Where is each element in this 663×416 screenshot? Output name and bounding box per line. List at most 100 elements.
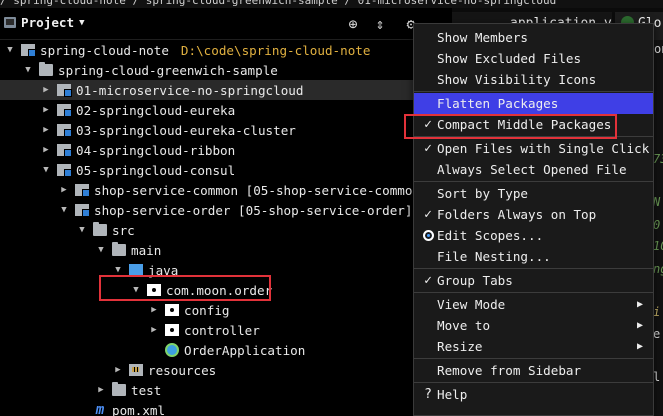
highlight-box <box>99 275 271 301</box>
menu-item-move-to[interactable]: Move to ▶ <box>414 315 653 336</box>
folder-icon <box>39 62 53 76</box>
menu-item-label: Group Tabs <box>437 273 513 288</box>
tree-row[interactable]: ▼ 05-springcloud-consul <box>0 160 452 180</box>
menu-item-label: Show Excluded Files <box>437 51 582 66</box>
chevron-right-icon[interactable]: ▶ <box>40 85 52 95</box>
menu-item-label: Help <box>437 387 468 402</box>
chevron-down-icon[interactable]: ▼ <box>40 165 52 175</box>
code-fragment: e <box>653 327 661 341</box>
chevron-down-icon[interactable]: ▼ <box>95 245 107 255</box>
chevron-right-icon[interactable]: ▶ <box>112 365 124 375</box>
menu-item-label: File Nesting... <box>437 249 551 264</box>
menu-item-label: Remove from Sidebar <box>437 363 582 378</box>
tree-row[interactable]: ▶ test <box>0 380 452 400</box>
breadcrumb: / spring-cloud-note / spring-cloud-green… <box>0 0 663 8</box>
tree-row[interactable]: ▶ shop-service-common [05-shop-service-co… <box>0 180 452 200</box>
menu-item-label: Resize <box>437 339 483 354</box>
help-icon: ? <box>424 387 432 402</box>
package-icon <box>165 324 179 336</box>
tree-row[interactable]: ▶ resources <box>0 360 452 380</box>
menu-item-open-files-with-single-click[interactable]: ✓ Open Files with Single Click <box>414 138 653 159</box>
project-view-selector[interactable]: Project ▼ <box>4 15 85 30</box>
menu-item-always-select-opened-file[interactable]: Always Select Opened File <box>414 159 653 180</box>
tree-row[interactable]: ▶ 04-springcloud-ribbon <box>0 140 452 160</box>
tree-item-label: config <box>184 302 230 318</box>
tree-row[interactable]: ▼ spring-cloud-note D:\code\spring-cloud-n… <box>0 40 452 60</box>
chevron-right-icon[interactable]: ▶ <box>40 145 52 155</box>
tree-item-label: resources <box>148 362 217 378</box>
project-tree: ▼ spring-cloud-note D:\code\spring-cloud-n… <box>0 40 452 416</box>
chevron-right-icon: ▶ <box>636 299 643 310</box>
tree-item-label: 01-microservice-no-springcloud <box>76 82 304 98</box>
menu-item-sort-by-type[interactable]: Sort by Type <box>414 183 653 204</box>
menu-separator <box>414 268 653 269</box>
tree-row[interactable]: OrderApplication <box>0 340 452 360</box>
tree-row[interactable]: ▶ 02-springcloud-eureka <box>0 100 452 120</box>
module-icon <box>57 144 72 157</box>
tree-row[interactable]: ▶ controller <box>0 320 452 340</box>
menu-item-label: Edit Scopes... <box>437 228 544 243</box>
tree-row[interactable]: ▶ config <box>0 300 452 320</box>
module-icon <box>57 124 72 137</box>
tree-item-label: 02-springcloud-eureka <box>76 102 236 118</box>
menu-item-view-mode[interactable]: View Mode ▶ <box>414 294 653 315</box>
chevron-down-icon[interactable]: ▼ <box>112 265 124 275</box>
tree-item-label: OrderApplication <box>184 342 306 358</box>
menu-item-folders-always-on-top[interactable]: ✓ Folders Always on Top <box>414 204 653 225</box>
menu-item-help[interactable]: ? Help <box>414 384 653 405</box>
menu-item-show-visibility-icons[interactable]: Show Visibility Icons <box>414 69 653 90</box>
menu-item-label: Sort by Type <box>437 186 528 201</box>
chevron-right-icon[interactable]: ▶ <box>40 125 52 135</box>
tree-item-label: pom.xml <box>112 402 166 416</box>
menu-separator <box>414 91 653 92</box>
menu-item-edit-scopes[interactable]: Edit Scopes... <box>414 225 653 246</box>
tree-row[interactable]: ▶ 03-springcloud-eureka-cluster <box>0 120 452 140</box>
crosshair-icon[interactable]: ⊕ <box>345 16 361 32</box>
tree-row[interactable]: ▼ main <box>0 240 452 260</box>
collapse-all-icon[interactable]: ⇕ <box>372 16 388 32</box>
chevron-down-icon[interactable]: ▼ <box>58 205 70 215</box>
radio-selected-icon <box>423 230 434 241</box>
chevron-right-icon[interactable]: ▶ <box>148 305 160 315</box>
chevron-down-icon[interactable]: ▼ <box>22 65 34 75</box>
folder-icon <box>112 242 126 256</box>
tree-row[interactable]: ▼ spring-cloud-greenwich-sample <box>0 60 452 80</box>
chevron-right-icon: ▶ <box>636 341 643 352</box>
code-fragment: ng <box>653 262 663 276</box>
tree-row[interactable]: ▼ src <box>0 220 452 240</box>
module-icon <box>75 204 90 217</box>
tree-row[interactable]: ▼ shop-service-order [05-shop-service-ord… <box>0 200 452 220</box>
chevron-right-icon[interactable]: ▶ <box>148 325 160 335</box>
menu-item-label: Move to <box>437 318 491 333</box>
tree-item-label: 04-springcloud-ribbon <box>76 142 236 158</box>
project-title: Project <box>21 15 75 30</box>
menu-item-resize[interactable]: Resize ▶ <box>414 336 653 357</box>
tree-item-label: shop-service-common [05-shop-service-com… <box>94 182 428 198</box>
tree-item-label: 05-springcloud-consul <box>76 162 236 178</box>
chevron-right-icon[interactable]: ▶ <box>40 105 52 115</box>
module-icon <box>21 44 36 57</box>
maven-icon: m <box>95 402 105 416</box>
chevron-right-icon[interactable]: ▶ <box>58 185 70 195</box>
tree-row[interactable]: m pom.xml <box>0 400 452 416</box>
folder-icon <box>93 222 107 236</box>
menu-item-group-tabs[interactable]: ✓ Group Tabs <box>414 270 653 291</box>
menu-item-flatten-packages[interactable]: Flatten Packages <box>414 93 653 114</box>
menu-separator <box>414 181 653 182</box>
module-icon <box>75 184 90 197</box>
menu-item-label: View Mode <box>437 297 506 312</box>
menu-item-file-nesting[interactable]: File Nesting... <box>414 246 653 267</box>
tree-item-label: 03-springcloud-eureka-cluster <box>76 122 296 138</box>
chevron-down-icon[interactable]: ▼ <box>76 225 88 235</box>
menu-item-show-excluded-files[interactable]: Show Excluded Files <box>414 48 653 69</box>
tree-item-label: spring-cloud-greenwich-sample <box>58 62 278 78</box>
menu-item-remove-from-sidebar[interactable]: Remove from Sidebar <box>414 360 653 381</box>
menu-item-show-members[interactable]: Show Members <box>414 27 653 48</box>
code-fragment: 73 <box>653 152 663 166</box>
chevron-down-icon[interactable]: ▼ <box>4 45 16 55</box>
chevron-right-icon[interactable]: ▶ <box>95 385 107 395</box>
project-path: D:\code\spring-cloud-note <box>180 42 371 58</box>
menu-item-label: Show Members <box>437 30 528 45</box>
tree-row[interactable]: ▶ 01-microservice-no-springcloud <box>0 80 452 100</box>
code-fragment: l <box>653 370 661 384</box>
